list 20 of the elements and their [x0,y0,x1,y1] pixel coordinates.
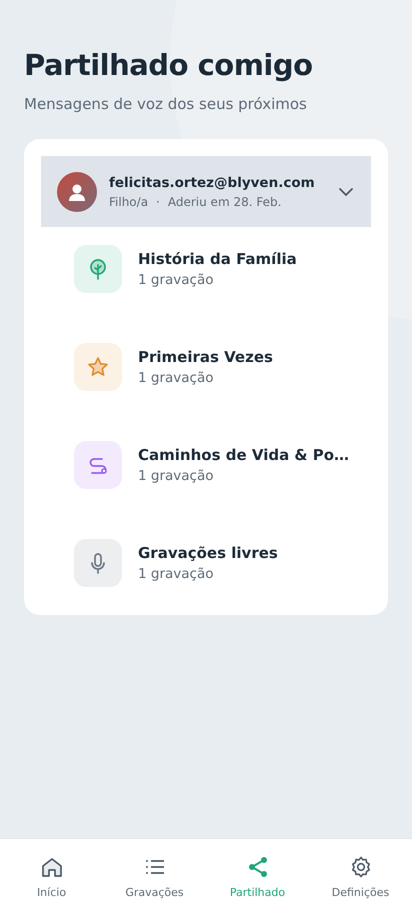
contact-relation: Filho/a [109,194,148,211]
contact-header[interactable]: felicitas.ortez@blyven.com Filho/a · Aderiu em 28. Feb. [41,156,371,228]
recording-count: 1 gravação [138,369,214,388]
join-date: Aderiu em 28. Feb. [168,194,282,211]
contact-email: felicitas.ortez@blyven.com [109,174,316,193]
recording-count: 1 gravação [138,271,214,290]
category-title[interactable]: História da Família [138,248,297,270]
page-subtitle: Mensagens de voz dos seus próximos [24,94,308,115]
category-title[interactable]: Primeiras Vezes [138,346,273,368]
page-title: Partilhado comigo [24,48,314,83]
recording-count: 1 gravação [138,467,214,486]
nav-tab[interactable]: Definições [309,839,412,915]
separator-dot: · [156,194,160,211]
recording-count: 1 gravação [138,565,214,584]
category-title[interactable]: Caminhos de Vida & Po… [138,444,350,466]
category-title[interactable]: Gravações livres [138,542,278,564]
nav-tab[interactable]: Início [0,839,103,915]
nav-tab[interactable]: Gravações [103,839,206,915]
home-icon [40,855,64,879]
avatar [57,172,97,212]
